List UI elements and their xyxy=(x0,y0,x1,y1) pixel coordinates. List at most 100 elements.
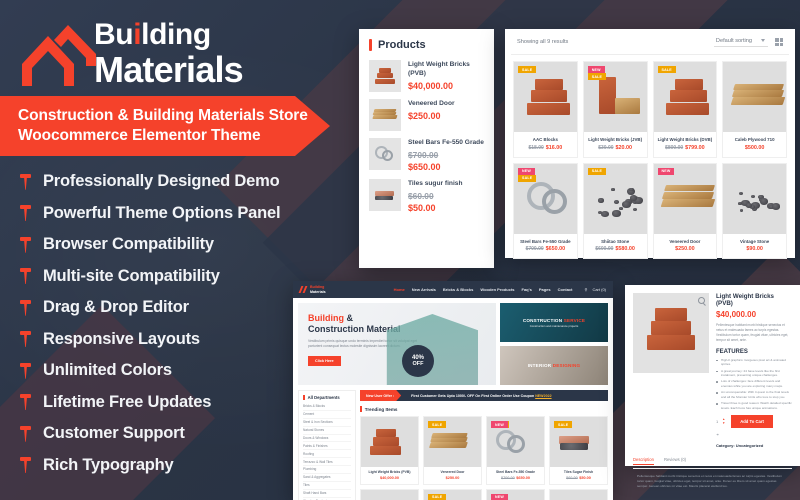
product-card[interactable]: SALE Tiles Sugar Finish $60.00 $50.00 xyxy=(549,416,608,485)
product-prices: $40,000.00 xyxy=(362,476,417,480)
feature-label: Drag & Drop Editor xyxy=(43,298,189,317)
grid-view-icon[interactable] xyxy=(775,38,783,46)
product-card[interactable]: Caleb Plywood 710 $500.00 xyxy=(722,61,787,158)
department-item[interactable]: Cement xyxy=(303,411,351,419)
feature-label: Rich Typography xyxy=(43,456,174,475)
product-image xyxy=(361,490,418,500)
nav-item-home[interactable]: Home xyxy=(394,287,405,292)
mockup-logo[interactable]: Building Materials xyxy=(300,285,326,293)
side-card-construction[interactable]: CONSTRUCTION SERVICE Construction and ma… xyxy=(500,303,608,342)
nav-item-wooden-products[interactable]: Wooden Products xyxy=(480,287,514,292)
product-meta: Caleb Plywood 710 $500.00 xyxy=(723,132,786,157)
sort-dropdown[interactable]: Default sorting xyxy=(714,37,768,47)
product-price: $50.00 xyxy=(408,203,462,213)
product-meta: Shiitao Stone $600.00 $580.00 xyxy=(584,234,647,259)
badge-sale: SALE xyxy=(658,66,676,73)
product-prices: $250.00 xyxy=(425,476,480,480)
title-accent-bar xyxy=(369,39,372,51)
product-card[interactable]: Vintage Stone $90.00 xyxy=(722,163,787,260)
product-card[interactable]: Light Weight Bricks (PVB) $40,000.00 xyxy=(360,416,419,485)
product-price: $250.00 xyxy=(675,246,695,252)
feature-item: Unlimited Colors xyxy=(18,355,328,387)
department-item[interactable]: Sand & Aggregates xyxy=(303,474,351,482)
product-old-price: $60.00 xyxy=(566,476,578,480)
product-price: $799.00 xyxy=(685,145,705,151)
departments-list: Bricks & Blocks Cement Steel & Iron Sectio… xyxy=(303,403,351,500)
mockup-nav-tools: ⚲ Cart (0) xyxy=(585,287,607,292)
shop-results-count: Showing all 9 results xyxy=(517,39,568,45)
department-item[interactable]: Shaft Hand Bars xyxy=(303,490,351,498)
feature-label: Browser Compatibility xyxy=(43,235,214,254)
product-widget-item[interactable]: Steel Bars Fe-550 Grade $700.00 $650.00 xyxy=(369,138,484,172)
product-widget-info: Tiles sugur finish $60.00 $50.00 xyxy=(408,179,462,213)
nav-item-new-arrivals[interactable]: New Arrivals xyxy=(412,287,436,292)
hero-discount-off: OFF xyxy=(413,361,424,367)
trending-title: Trending Items xyxy=(360,406,608,412)
product-card[interactable]: SALENEWSteel Bars Fe-550 Grade $700.00$6… xyxy=(486,416,545,485)
product-card[interactable]: NEW xyxy=(486,489,545,500)
feature-bullet: High-fi graphics: Gorgeous pixel art & a… xyxy=(716,358,792,367)
product-card[interactable]: SALE xyxy=(423,489,482,500)
tab-reviews[interactable]: Reviews (0) xyxy=(664,457,686,465)
nav-item-pages[interactable]: Pages xyxy=(539,287,551,292)
tab-description[interactable]: Description xyxy=(633,457,654,465)
product-card[interactable]: SALE Shiitao Stone $600.00 $580.00 xyxy=(583,163,648,260)
product-card[interactable] xyxy=(360,489,419,500)
feature-label: Professionally Designed Demo xyxy=(43,172,279,191)
hero-cta-button[interactable]: Click Here xyxy=(308,356,341,366)
add-to-cart-button[interactable]: Add To Cart xyxy=(731,415,773,428)
products-widget-panel: Products Light Weight Bricks (PVB) $40,00… xyxy=(359,29,494,268)
product-card[interactable]: NEW SALE Light Weight Bricks (JVB) $30.00 $… xyxy=(583,61,648,158)
product-image: NEW SALE xyxy=(514,164,577,234)
nav-item-faq-s[interactable]: Faq's xyxy=(522,287,532,292)
product-widget-item[interactable]: Tiles sugur finish $60.00 $50.00 xyxy=(369,179,484,213)
department-item[interactable]: Bricks & Blocks xyxy=(303,403,351,411)
search-icon[interactable]: ⚲ xyxy=(585,287,588,292)
product-name: Shiitao Stone xyxy=(586,239,645,244)
department-item[interactable]: Roofing xyxy=(303,450,351,458)
feature-bullet: An unconquerable: With 4 quest to the fi… xyxy=(716,390,792,399)
nail-bullet-icon xyxy=(18,329,34,349)
badge-new: NEW xyxy=(491,494,508,500)
product-card[interactable]: SALE Light Weight Bricks (DVB) $800.00 $79… xyxy=(653,61,718,158)
product-name: Light Weight Bricks (PVB) xyxy=(408,61,484,79)
quantity-stepper[interactable]: 1 ▲ ▼ xyxy=(716,418,725,425)
nav-item-contact[interactable]: Contact xyxy=(558,287,573,292)
features-list: High-fi graphics: Gorgeous pixel art & a… xyxy=(716,358,792,410)
department-item[interactable]: Steel & Iron Sections xyxy=(303,419,351,427)
mockup-navbar: Building Materials Home New Arrivals Bricks… xyxy=(293,281,613,298)
product-card[interactable] xyxy=(549,489,608,500)
nail-bullet-icon xyxy=(18,203,34,223)
product-detail-image[interactable] xyxy=(633,293,709,373)
nail-bullet-icon xyxy=(18,455,34,475)
side-card-interior[interactable]: INTERIOR DESIGNING xyxy=(500,346,608,385)
product-card[interactable]: SALE Veneered Door $250.00 xyxy=(423,416,482,485)
product-widget-item[interactable]: Veneered Door $250.00 xyxy=(369,99,484,131)
share-icon[interactable]: ⚭ xyxy=(716,432,792,437)
product-price: $250.00 xyxy=(408,111,455,121)
feature-bullet: A great journey: 24 base levels like the… xyxy=(716,369,792,378)
feature-label: Multi-site Compatibility xyxy=(43,267,220,286)
department-item[interactable]: Tiles xyxy=(303,482,351,490)
department-item[interactable]: Doors & Windows xyxy=(303,435,351,443)
promo-banner: New User Offer : First Customer Gets Upt… xyxy=(360,390,608,401)
nail-bullet-icon xyxy=(18,266,34,286)
product-detail-info: Light Weight Bricks (PVB) $40,000.00 Pel… xyxy=(716,293,792,448)
department-item[interactable]: Paints & Finishes xyxy=(303,442,351,450)
cart-label[interactable]: Cart (0) xyxy=(592,287,606,292)
product-name: Steel Bars Fe-550 Grade xyxy=(408,139,484,148)
department-item[interactable]: Plumbing xyxy=(303,466,351,474)
product-name: Veneered Door xyxy=(408,100,455,109)
product-card[interactable]: SALE AAC Blocks $18.00 $16.00 xyxy=(513,61,578,158)
product-image: SALE xyxy=(514,62,577,132)
stepper-arrows-icon[interactable]: ▲ ▼ xyxy=(722,418,725,425)
product-prices: $500.00 xyxy=(725,145,784,151)
nav-item-bricks-blocks[interactable]: Bricks & Blocks xyxy=(443,287,473,292)
product-widget-item[interactable]: Light Weight Bricks (PVB) $40,000.00 xyxy=(369,60,484,92)
product-card[interactable]: NEW SALE Steel Bars Fe-550 Grade $700.00 $6… xyxy=(513,163,578,260)
department-item[interactable]: Natural Stones xyxy=(303,427,351,435)
product-card[interactable]: NEW Veneered Door $250.00 xyxy=(653,163,718,260)
department-item[interactable]: Terrazzo & Wall Tiles xyxy=(303,458,351,466)
zoom-icon[interactable] xyxy=(698,297,705,304)
shop-toolbar-right: Default sorting xyxy=(714,37,783,47)
